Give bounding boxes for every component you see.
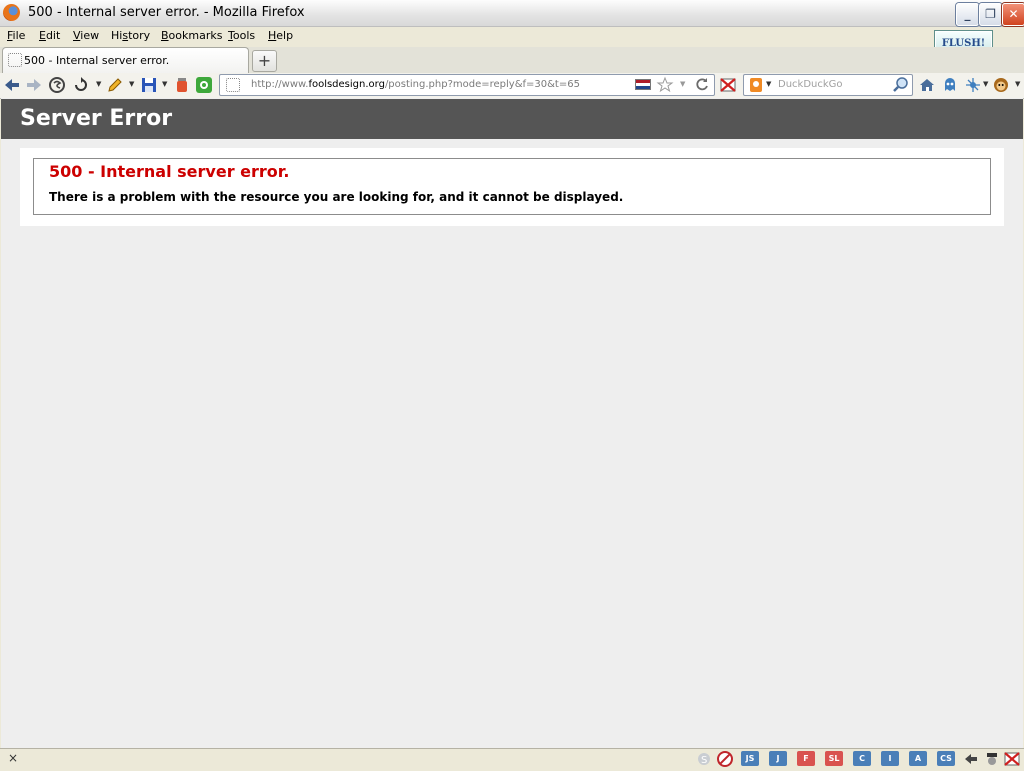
reload-icon[interactable]: [693, 76, 711, 94]
menu-edit-accel: E: [39, 29, 46, 42]
status-badge-js[interactable]: JS: [741, 751, 759, 766]
status-badge-j[interactable]: J: [769, 751, 787, 766]
addon-green-icon[interactable]: [195, 76, 213, 94]
pencil-icon[interactable]: [106, 76, 124, 94]
search-input[interactable]: [778, 76, 888, 92]
error-message: There is a problem with the resource you…: [49, 190, 624, 204]
url-path: /posting.php?mode=reply&f=30&t=65: [384, 79, 580, 90]
adblock-icon[interactable]: [717, 751, 733, 767]
page-title: Server Error: [20, 106, 173, 131]
reload-undo-icon[interactable]: [72, 76, 90, 94]
spy-icon[interactable]: [984, 751, 1000, 767]
monkey-dropdown-icon[interactable]: ▼: [1015, 80, 1020, 88]
close-findbar-icon[interactable]: ×: [8, 751, 18, 765]
tab-title: 500 - Internal server error.: [24, 54, 170, 67]
url-text[interactable]: http://www.foolsdesign.org/posting.php?m…: [251, 79, 580, 90]
network-addon-icon[interactable]: [964, 76, 982, 94]
pencil-dropdown-icon[interactable]: ▼: [129, 80, 134, 88]
ghost-addon-icon[interactable]: [941, 76, 959, 94]
menu-edit[interactable]: Edit: [39, 29, 60, 42]
noscript-status-icon[interactable]: [1004, 751, 1020, 767]
save-icon[interactable]: [140, 76, 158, 94]
network-dropdown-icon[interactable]: ▼: [983, 80, 988, 88]
page-favicon-icon: [8, 53, 22, 67]
firefox-logo-icon: [3, 4, 20, 21]
status-badge-f[interactable]: F: [797, 751, 815, 766]
bookmark-star-icon[interactable]: [656, 76, 674, 94]
menu-help[interactable]: Help: [268, 29, 293, 42]
status-badge-c[interactable]: C: [853, 751, 871, 766]
undo-dropdown-icon[interactable]: ▼: [96, 80, 101, 88]
site-identity-icon[interactable]: [226, 78, 240, 92]
menu-edit-label: dit: [45, 29, 61, 42]
stumble-icon[interactable]: [48, 76, 66, 94]
menu-help-label: elp: [276, 29, 294, 42]
status-badge-sl[interactable]: SL: [825, 751, 843, 766]
svg-text:S: S: [701, 755, 707, 766]
save-dropdown-icon[interactable]: ▼: [162, 80, 167, 88]
close-window-button[interactable]: ✕: [1002, 3, 1024, 26]
monkey-addon-icon[interactable]: [992, 76, 1010, 94]
minimize-button[interactable]: _: [956, 3, 979, 26]
status-badge-a[interactable]: A: [909, 751, 927, 766]
home-icon[interactable]: [918, 76, 936, 94]
duckduckgo-engine-icon[interactable]: [748, 76, 766, 94]
menu-tools[interactable]: Tools: [228, 29, 255, 42]
status-badge-i[interactable]: I: [881, 751, 899, 766]
menu-bar: [0, 27, 1024, 47]
search-magnifier-icon[interactable]: [892, 76, 910, 94]
restore-button[interactable]: ❐: [979, 3, 1002, 26]
skype-icon[interactable]: S: [696, 751, 712, 767]
forward-arrow-icon[interactable]: [25, 76, 43, 94]
back-arrow-icon[interactable]: [3, 76, 21, 94]
menu-bookmarks-accel: B: [161, 29, 169, 42]
url-prefix: http://www.: [251, 79, 309, 90]
menu-view-label: iew: [80, 29, 100, 42]
netherlands-flag-icon[interactable]: [635, 79, 651, 90]
error-heading: 500 - Internal server error.: [49, 162, 290, 181]
menu-tools-label: ools: [232, 29, 256, 42]
url-history-dropdown-icon[interactable]: ▼: [680, 80, 685, 88]
url-domain: foolsdesign.org: [308, 79, 385, 90]
menu-bookmarks[interactable]: Bookmarks: [161, 29, 222, 42]
menu-file[interactable]: File: [7, 29, 25, 42]
status-badge-cs[interactable]: CS: [937, 751, 955, 766]
window-title: 500 - Internal server error. - Mozilla F…: [28, 5, 305, 20]
menu-file-label: ile: [12, 29, 26, 42]
menu-view[interactable]: View: [73, 29, 99, 42]
search-engine-dropdown-icon[interactable]: ▼: [766, 80, 771, 88]
jar-icon[interactable]: [173, 76, 191, 94]
noscript-icon[interactable]: [719, 76, 737, 94]
left-arrow-icon[interactable]: [963, 751, 979, 767]
menu-history-accel: s: [122, 29, 129, 42]
new-tab-button[interactable]: +: [252, 50, 277, 72]
menu-history[interactable]: History: [111, 29, 150, 42]
menu-bookmarks-label: ookmarks: [168, 29, 223, 42]
